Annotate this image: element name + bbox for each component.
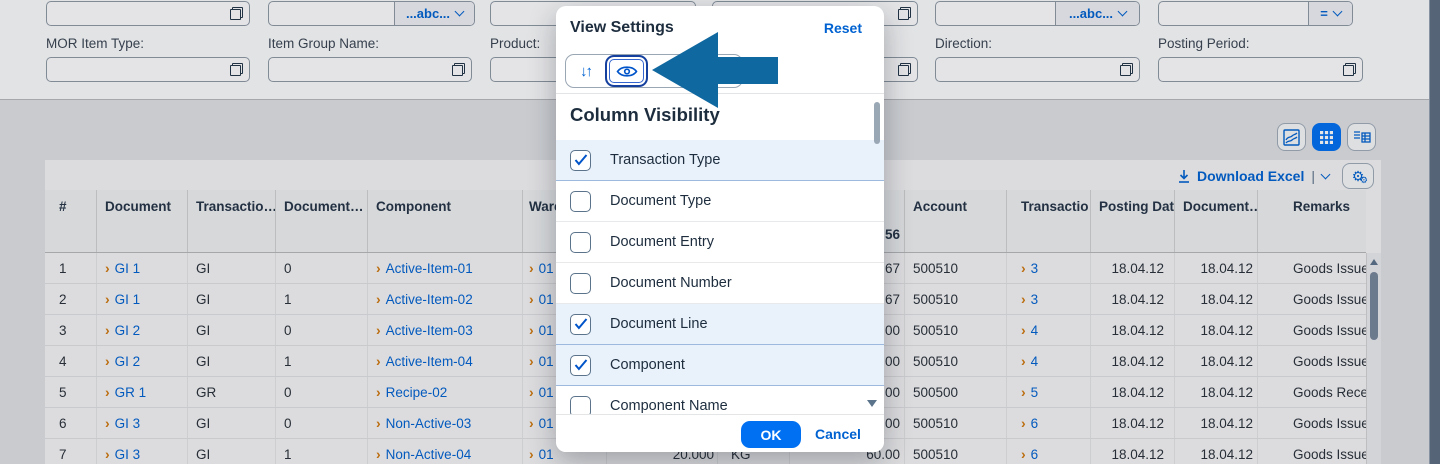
annotation-arrow — [640, 20, 780, 112]
column-visibility-item-label: Document Entry — [610, 234, 714, 250]
cancel-button[interactable]: Cancel — [815, 421, 861, 448]
column-visibility-item-label: Document Type — [610, 193, 711, 209]
column-visibility-item-label: Component — [610, 357, 685, 373]
sort-tab-button[interactable]: ↓↑ — [566, 55, 605, 87]
column-visibility-item-label: Document Number — [610, 275, 732, 291]
eye-icon — [616, 64, 638, 79]
checkbox[interactable] — [570, 396, 591, 415]
dialog-scrollbar-thumb[interactable] — [874, 102, 880, 144]
column-visibility-list: Transaction Type Document Type Document En… — [556, 140, 884, 414]
checkbox[interactable] — [570, 314, 591, 335]
column-visibility-item[interactable]: Document Type — [556, 181, 884, 222]
checkbox[interactable] — [570, 355, 591, 376]
sort-icon: ↓↑ — [580, 63, 591, 80]
column-visibility-item[interactable]: Document Entry — [556, 222, 884, 263]
column-visibility-item-label: Document Line — [610, 316, 708, 332]
check-icon — [574, 359, 588, 371]
column-visibility-item-label: Transaction Type — [610, 152, 720, 168]
column-visibility-item[interactable]: Component Name — [556, 386, 884, 414]
screen: ...abc... ...abc... = MOR Item Type: Ite… — [0, 0, 1440, 464]
column-visibility-item[interactable]: Component — [556, 345, 884, 386]
check-icon — [574, 154, 588, 166]
checkbox[interactable] — [570, 191, 591, 212]
column-visibility-item-label: Component Name — [610, 398, 728, 414]
column-visibility-item[interactable]: Document Number — [556, 263, 884, 304]
scroll-down-icon[interactable] — [867, 400, 877, 407]
ok-button[interactable]: OK — [741, 421, 801, 448]
column-visibility-item[interactable]: Transaction Type — [556, 140, 884, 181]
checkbox[interactable] — [570, 150, 591, 171]
checkbox[interactable] — [570, 232, 591, 253]
reset-button[interactable]: Reset — [824, 20, 862, 36]
check-icon — [574, 318, 588, 330]
dialog-footer: OK Cancel — [556, 414, 884, 452]
checkbox[interactable] — [570, 273, 591, 294]
column-visibility-item[interactable]: Document Line — [556, 304, 884, 345]
